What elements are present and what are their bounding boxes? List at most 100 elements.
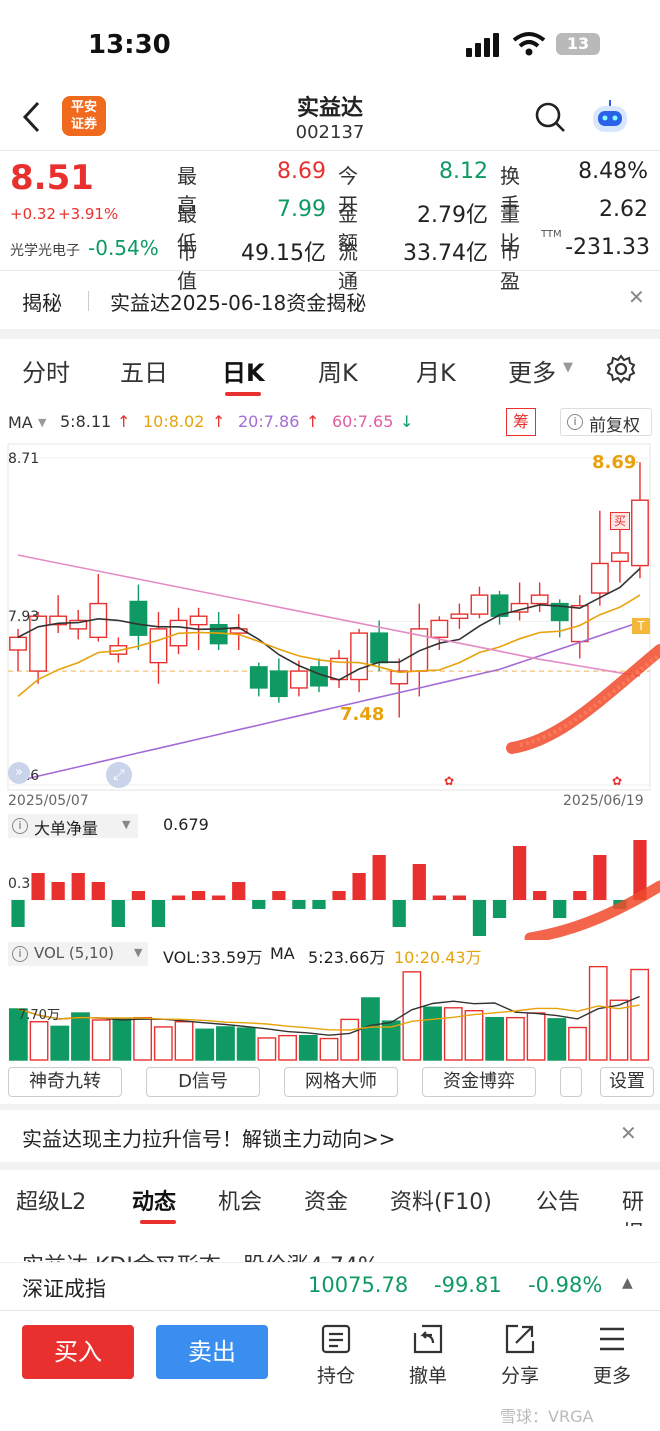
nav-share[interactable]: 分享 <box>480 1321 560 1391</box>
volume-bar <box>568 1026 587 1061</box>
quote-low: 7.99 <box>277 197 326 222</box>
event-marker-icon[interactable]: ✿ <box>612 774 622 788</box>
y-axis-mid-label: 7.93 <box>8 609 40 625</box>
more-icon <box>600 1327 624 1351</box>
price-change: +0.32 <box>10 205 56 223</box>
nav-more[interactable]: 更多 <box>572 1321 652 1391</box>
index-change-pct: -0.98% <box>528 1273 603 1297</box>
bigorder-bar <box>191 891 206 900</box>
volume-bar <box>361 997 380 1061</box>
chart-tab-bar: 分时 五日 日K 周K 月K 更多 ▼ <box>0 340 660 398</box>
tab-opportunity[interactable]: 机会 <box>218 1184 262 1216</box>
news-headline: 实益达 KDJ金叉形态，股价涨4.74% <box>22 1248 379 1262</box>
chip-grid-master[interactable]: 网格大师 <box>284 1067 398 1097</box>
expand-left-icon[interactable]: » <box>8 762 30 784</box>
bigorder-bar <box>31 873 45 900</box>
tab-more[interactable]: 更多 <box>508 353 556 388</box>
vol-axis-label: 7.70万 <box>18 1008 60 1023</box>
reveal-row[interactable]: 揭秘 实益达2025-06-18资金揭秘 ✕ <box>0 271 660 329</box>
candle <box>9 636 27 651</box>
sector-name[interactable]: 光学光电子 <box>10 240 80 260</box>
wifi-icon <box>512 32 546 56</box>
share-icon <box>505 1324 535 1354</box>
info-tab-bar: 超级L2 动态 机会 资金 资料(F10) 公告 研报 <box>0 1170 660 1226</box>
bigorder-bar <box>352 873 366 900</box>
chip-settings[interactable]: 设置 <box>600 1067 654 1097</box>
sector-change[interactable]: -0.54% <box>88 236 159 260</box>
t-signal-tag[interactable]: T <box>632 618 650 634</box>
tab-monthly-k[interactable]: 月K <box>416 353 456 388</box>
buy-button[interactable]: 买入 <box>22 1325 134 1379</box>
bigorder-label: 大单净量 <box>34 819 99 838</box>
volume-bar <box>71 1012 90 1061</box>
reveal-label: 揭秘 <box>22 291 62 315</box>
tab-five-day[interactable]: 五日 <box>120 353 168 388</box>
chip-fund-game[interactable]: 资金博弈 <box>422 1067 536 1097</box>
volume-chart[interactable] <box>0 966 660 1062</box>
buy-signal-tag[interactable]: 买 <box>610 512 630 530</box>
index-ticker[interactable]: 深证成指 10075.78 -99.81 -0.98% ▲ <box>0 1262 660 1310</box>
vol-selector[interactable]: i VOL (5,10) ▼ <box>8 942 148 966</box>
candle <box>289 670 308 689</box>
ma60-line <box>17 554 641 677</box>
volume-bar <box>236 1027 256 1061</box>
tab-daily-k[interactable]: 日K <box>222 353 265 388</box>
kline-chart[interactable] <box>0 440 660 812</box>
chip-d-signal[interactable]: D信号 <box>146 1067 260 1097</box>
vol-ma5: 5:23.66万 <box>308 948 386 967</box>
nav-holdings[interactable]: 持仓 <box>296 1321 376 1391</box>
signal-icon <box>466 33 499 57</box>
bigorder-chart[interactable] <box>0 840 660 940</box>
info-icon: i <box>12 818 28 834</box>
signal-banner[interactable]: 实益达现主力拉升信号！解锁主力动向>> ✕ <box>0 1110 660 1162</box>
ma5-arrow: ↑ <box>117 412 131 431</box>
caret-down-icon: ▼ <box>38 416 47 429</box>
adjustment-button[interactable]: i 前复权 <box>560 408 652 436</box>
tab-f10[interactable]: 资料(F10) <box>390 1184 492 1216</box>
volume-bar <box>464 1010 484 1061</box>
ma20-value: 20:7.86 <box>238 412 300 431</box>
bigorder-bar <box>533 891 547 900</box>
tab-super-l2[interactable]: 超级L2 <box>16 1184 86 1216</box>
chip-magic-nine[interactable]: 神奇九转 <box>8 1067 122 1097</box>
settings-gear-icon[interactable] <box>606 354 636 384</box>
candle <box>149 628 168 664</box>
quote-turnover: 8.48% <box>578 159 648 184</box>
event-marker-icon[interactable]: ✿ <box>444 774 454 788</box>
volume-bar <box>174 1021 194 1061</box>
chip-distribution-button[interactable]: 筹 <box>506 408 536 436</box>
sell-button[interactable]: 卖出 <box>156 1325 268 1379</box>
chip-partial[interactable] <box>560 1067 582 1097</box>
section-gap <box>0 1162 660 1170</box>
tab-research[interactable]: 研报 <box>622 1184 660 1226</box>
volume-bar <box>257 1037 277 1061</box>
bigorder-value: 0.679 <box>163 815 209 834</box>
nav-cancel-order[interactable]: 撤单 <box>388 1321 468 1391</box>
volume-bar <box>526 1012 546 1061</box>
bigorder-bar <box>372 855 386 900</box>
tab-announcements[interactable]: 公告 <box>536 1184 580 1216</box>
candle <box>610 552 629 563</box>
info-icon: i <box>12 946 28 962</box>
robot-assistant-icon[interactable] <box>590 98 630 136</box>
bigorder-bar <box>292 900 306 909</box>
tab-weekly-k[interactable]: 周K <box>318 353 358 388</box>
tab-news[interactable]: 动态 <box>132 1184 176 1216</box>
price-change-pct: +3.91% <box>58 205 119 223</box>
active-tab-indicator <box>140 1220 176 1224</box>
quote-high: 8.69 <box>277 159 326 184</box>
fullscreen-icon[interactable]: ⤢ <box>106 762 132 788</box>
bigorder-bar <box>171 895 186 900</box>
bigorder-bar <box>111 900 125 927</box>
close-icon[interactable]: ✕ <box>628 285 645 309</box>
bigorder-selector[interactable]: i 大单净量 ▼ <box>8 814 138 838</box>
news-peek[interactable]: 实益达 KDJ金叉形态，股价涨4.74% <box>0 1238 660 1262</box>
bigorder-bar <box>593 855 607 900</box>
bigorder-bar <box>71 873 85 900</box>
tab-funds[interactable]: 资金 <box>304 1184 348 1216</box>
ma-label[interactable]: MA <box>8 413 33 432</box>
close-icon[interactable]: ✕ <box>620 1121 637 1145</box>
tab-intraday[interactable]: 分时 <box>22 353 70 388</box>
search-icon[interactable] <box>534 101 566 133</box>
divider <box>0 150 660 151</box>
